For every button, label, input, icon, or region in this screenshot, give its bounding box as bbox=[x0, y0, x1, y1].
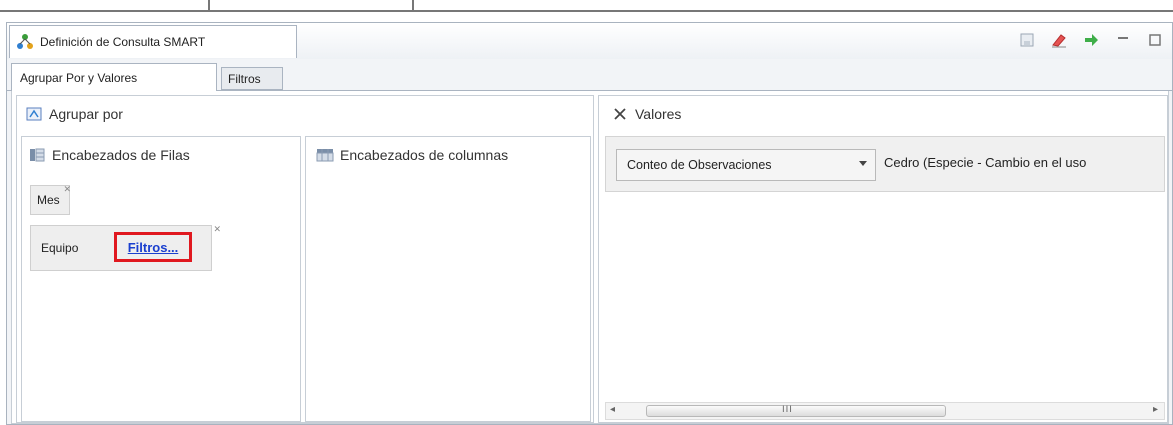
chevron-down-icon bbox=[859, 161, 867, 166]
chip-equipo-label: Equipo bbox=[41, 241, 79, 255]
values-header: Valores bbox=[611, 96, 681, 132]
value-field-label: Cedro (Especie - Cambio en el uso bbox=[884, 155, 1087, 170]
tabs-row: Agrupar Por y Valores Filtros bbox=[7, 59, 1172, 92]
rows-icon bbox=[28, 146, 46, 164]
filters-link-highlight: Filtros... bbox=[114, 232, 192, 262]
filters-link[interactable]: Filtros... bbox=[128, 240, 179, 255]
query-tree-icon bbox=[16, 33, 34, 51]
group-by-icon bbox=[25, 105, 43, 123]
top-divider-right bbox=[412, 0, 414, 12]
aggregate-dropdown[interactable]: Conteo de Observaciones bbox=[616, 149, 876, 181]
value-row: Conteo de Observaciones Cedro (Especie -… bbox=[605, 136, 1165, 192]
values-panel: Valores Conteo de Observaciones Cedro (E… bbox=[598, 95, 1168, 423]
maximize-icon[interactable] bbox=[1146, 31, 1164, 49]
top-rule bbox=[0, 10, 1173, 12]
columns-icon bbox=[316, 146, 334, 164]
horizontal-scrollbar[interactable]: ◂ III ▸ bbox=[605, 402, 1165, 420]
editor-tab[interactable]: Definición de Consulta SMART bbox=[9, 25, 297, 58]
scroll-thumb[interactable]: III bbox=[646, 405, 946, 417]
query-definition-window: Definición de Consulta SMART Agrupar Por… bbox=[6, 22, 1173, 425]
row-headers-panel: Encabezados de Filas Mes ✕ Equipo ✕ Filt… bbox=[21, 136, 301, 422]
tab-content: Agrupar por Encabezados de Filas Mes ✕ E… bbox=[11, 91, 1169, 424]
group-by-panel: Agrupar por Encabezados de Filas Mes ✕ E… bbox=[16, 95, 594, 423]
top-divider-left bbox=[208, 0, 210, 12]
row-headers-header: Encabezados de Filas bbox=[28, 137, 190, 173]
run-icon[interactable] bbox=[1082, 31, 1100, 49]
scroll-left-icon[interactable]: ◂ bbox=[610, 404, 615, 415]
title-bar: Definición de Consulta SMART bbox=[7, 23, 1172, 59]
save-icon[interactable] bbox=[1018, 31, 1036, 49]
column-headers-label: Encabezados de columnas bbox=[340, 147, 509, 163]
chip-mes-label: Mes bbox=[37, 193, 60, 207]
top-strip bbox=[0, 0, 1173, 22]
group-by-header: Agrupar por bbox=[25, 96, 123, 132]
minimize-icon[interactable] bbox=[1114, 31, 1132, 49]
title-actions bbox=[1018, 31, 1164, 49]
column-headers-header: Encabezados de columnas bbox=[316, 137, 508, 173]
row-headers-label: Encabezados de Filas bbox=[52, 147, 190, 163]
tab-filters[interactable]: Filtros bbox=[221, 67, 283, 90]
aggregate-selected: Conteo de Observaciones bbox=[627, 158, 772, 172]
window-title: Definición de Consulta SMART bbox=[40, 35, 206, 49]
values-x-icon bbox=[611, 105, 629, 123]
group-by-label: Agrupar por bbox=[49, 106, 123, 122]
scroll-right-icon[interactable]: ▸ bbox=[1153, 404, 1158, 415]
clear-icon[interactable] bbox=[1050, 31, 1068, 49]
remove-equipo-icon[interactable]: ✕ bbox=[213, 224, 221, 235]
values-label: Valores bbox=[635, 106, 682, 122]
tab-group-by-values[interactable]: Agrupar Por y Valores bbox=[11, 63, 217, 92]
scroll-grip: III bbox=[782, 405, 793, 415]
chip-mes[interactable]: Mes ✕ bbox=[30, 184, 71, 215]
remove-mes-icon[interactable]: ✕ bbox=[63, 184, 71, 195]
column-headers-panel: Encabezados de columnas bbox=[305, 136, 591, 422]
